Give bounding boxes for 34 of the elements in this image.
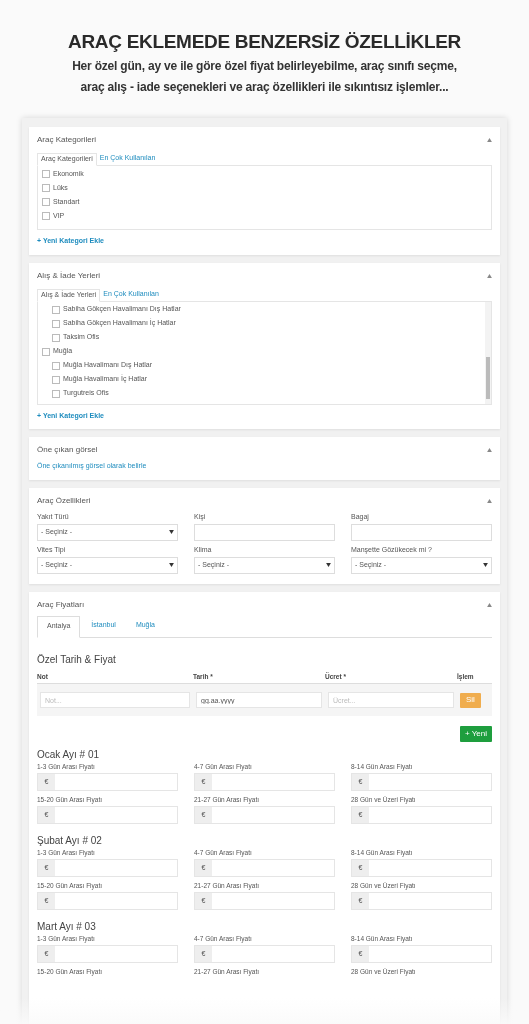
section-title: Özel Tarih & Fiyat	[37, 652, 117, 667]
caret-icon	[326, 563, 331, 567]
month-title: Şubat Ayı # 02	[37, 834, 103, 848]
collapse-icon[interactable]	[487, 138, 492, 142]
caret-icon	[483, 563, 488, 567]
page-title: ARAÇ EKLEMEDE BENZERSİZ ÖZELLİKLER	[68, 30, 461, 54]
checkbox[interactable]	[42, 184, 50, 192]
caret-icon	[169, 563, 174, 567]
scrollbar[interactable]	[485, 301, 491, 404]
checkbox[interactable]	[52, 305, 60, 314]
panel-title: Araç Özellikleri	[37, 494, 91, 507]
panel-title: Alış & İade Yerleri	[37, 269, 101, 282]
checkbox[interactable]	[52, 319, 60, 328]
checkbox[interactable]	[52, 333, 60, 342]
collapse-icon[interactable]	[487, 448, 492, 452]
month-title: Mart Ayı # 03	[37, 920, 97, 934]
checkbox[interactable]	[42, 170, 50, 178]
collapse-icon[interactable]	[487, 602, 492, 607]
checkbox[interactable]	[42, 347, 50, 356]
collapse-icon[interactable]	[487, 498, 492, 503]
page-subtitle: Her özel gün, ay ve ile göre özel fiyat belirleyebilme, araç sınıfı seçme, araç alış - iade seçenekleri ve araç özellikleri ile sıkıntısız işlemler...	[71, 58, 458, 96]
text-field[interactable]	[194, 523, 335, 541]
panel-title: Araç Fiyatları	[37, 598, 85, 611]
checkbox[interactable]	[42, 212, 50, 220]
panel-title: Araç Kategorileri	[37, 134, 97, 146]
caret-icon	[169, 530, 174, 534]
panel-title: Öne çıkan görsel	[37, 444, 98, 456]
checkbox[interactable]	[52, 375, 60, 384]
month-title: Ocak Ayı # 01	[37, 748, 101, 762]
checkbox[interactable]	[52, 361, 60, 370]
checkbox[interactable]	[52, 389, 60, 398]
text-field[interactable]	[351, 523, 492, 541]
collapse-icon[interactable]	[487, 273, 492, 278]
checkbox[interactable]	[42, 198, 50, 206]
